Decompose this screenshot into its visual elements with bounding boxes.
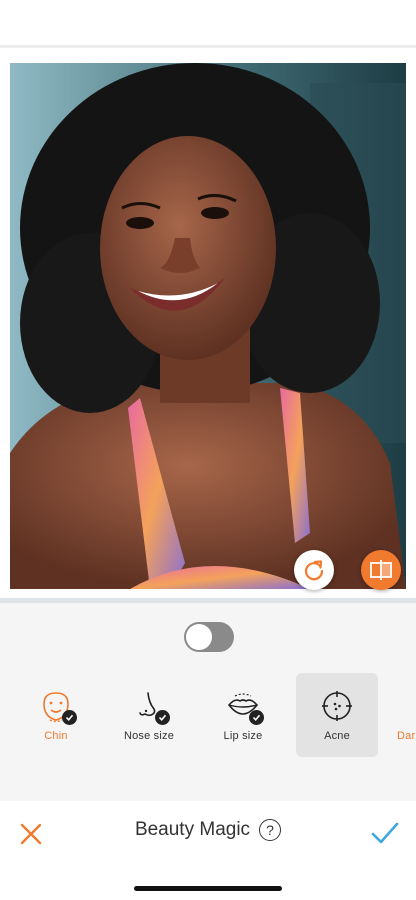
- nose-icon: [132, 689, 170, 725]
- photo-area: UHTE: [0, 51, 416, 603]
- tool-acne[interactable]: Acne: [296, 673, 378, 757]
- compare-icon: [370, 560, 392, 580]
- applied-check-icon: [249, 710, 264, 725]
- acne-icon: [320, 689, 354, 723]
- tool-chin[interactable]: Chin: [15, 673, 97, 757]
- top-bar: [0, 0, 416, 48]
- applied-check-icon: [62, 710, 77, 725]
- tool-strip[interactable]: Chin Nose size Lip size Acne Dar: [0, 673, 416, 757]
- refresh-icon: [304, 560, 324, 581]
- tool-label: Nose size: [123, 730, 175, 742]
- tool-label: Dar: [397, 730, 416, 742]
- tool-label: Acne: [324, 730, 350, 742]
- tool-lip-size[interactable]: Lip size: [202, 673, 284, 757]
- screen-title: Beauty Magic: [134, 819, 251, 840]
- compare-button[interactable]: [361, 550, 401, 590]
- applied-check-icon: [155, 710, 170, 725]
- apply-button[interactable]: [370, 819, 400, 847]
- lips-icon: [226, 689, 264, 725]
- toggle-knob: [186, 624, 212, 650]
- help-icon[interactable]: ?: [259, 819, 282, 841]
- tool-nose-size[interactable]: Nose size: [108, 673, 190, 757]
- tools-panel: Chin Nose size Lip size Acne Dar: [0, 603, 416, 801]
- home-indicator: [134, 886, 282, 891]
- effect-toggle[interactable]: [184, 622, 234, 652]
- bottom-bar: Beauty Magic ?: [0, 801, 416, 900]
- title-wrap: Beauty Magic ?: [0, 819, 416, 841]
- chin-icon: [39, 689, 77, 725]
- tool-label: Lip size: [223, 730, 263, 742]
- portrait-photo: UHTE: [10, 63, 406, 589]
- tool-next-partial[interactable]: Dar: [394, 673, 416, 757]
- reset-button[interactable]: [294, 550, 334, 590]
- tool-label: Chin: [44, 730, 68, 742]
- checkmark-icon: [371, 822, 399, 844]
